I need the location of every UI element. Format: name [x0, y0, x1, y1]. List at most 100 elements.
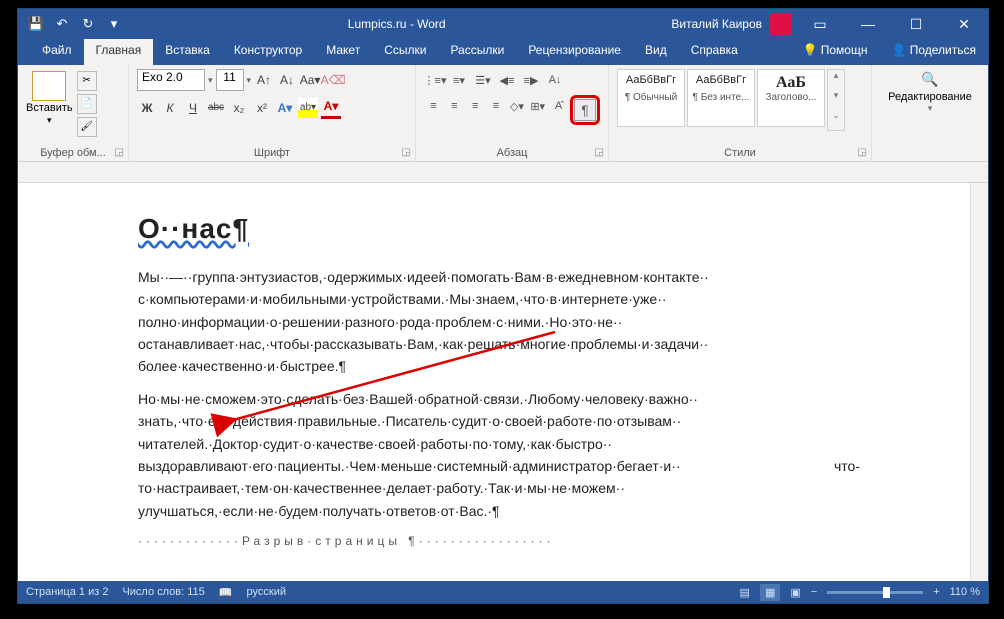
page-break: ·············Разрыв·страницы ¶··········… [138, 532, 860, 551]
find-icon[interactable]: 🔍 [886, 71, 974, 88]
show-hide-pilcrow-button[interactable]: ¶ [570, 95, 600, 125]
read-mode-icon[interactable]: ▤ [740, 586, 750, 599]
grow-font-icon[interactable]: A↑ [254, 70, 274, 90]
copy-icon[interactable]: 📄 [77, 94, 97, 114]
group-label: Абзац [416, 147, 608, 159]
tab-references[interactable]: Ссылки [372, 39, 438, 65]
web-layout-icon[interactable]: ▣ [790, 586, 800, 599]
minimize-button[interactable]: — [848, 16, 888, 32]
qat-dropdown-icon[interactable]: ▾ [106, 16, 122, 32]
multilevel-icon[interactable]: ☰▾ [472, 69, 494, 91]
ribbon-mode-icon[interactable]: ▭ [800, 16, 840, 33]
group-editing: 🔍 Редактирование ▾ [872, 65, 988, 161]
document-area: О··нас¶ Мы··—··группа·энтузиастов,·одерж… [18, 183, 988, 581]
style-heading1[interactable]: АаБЗаголово... [757, 69, 825, 127]
zoom-level[interactable]: 110 % [950, 586, 980, 598]
zoom-in-button[interactable]: + [933, 586, 939, 598]
change-case-icon[interactable]: Aa▾ [300, 70, 320, 90]
bold-button[interactable]: Ж [137, 98, 157, 118]
italic-button[interactable]: К [160, 98, 180, 118]
maximize-button[interactable]: ☐ [896, 16, 936, 33]
line-spacing-icon[interactable]: А̂ [549, 95, 568, 117]
vertical-scrollbar[interactable] [970, 183, 988, 581]
dialog-launcher-icon[interactable]: ◲ [402, 147, 411, 158]
paragraph-1: Мы··—··группа·энтузиастов,·одержимых·иде… [138, 266, 860, 378]
dialog-launcher-icon[interactable]: ◲ [858, 147, 867, 158]
group-label: Шрифт [129, 147, 415, 159]
cut-icon[interactable]: ✂ [77, 71, 97, 91]
styles-gallery-dropdown[interactable]: ▴▾⌄ [827, 69, 845, 131]
editing-label[interactable]: Редактирование [886, 91, 974, 103]
shrink-font-icon[interactable]: A↓ [277, 70, 297, 90]
autosave-icon[interactable]: 💾 [28, 16, 44, 32]
avatar[interactable] [770, 13, 792, 35]
align-left-icon[interactable]: ≡ [424, 95, 443, 117]
tab-design[interactable]: Конструктор [222, 39, 314, 65]
font-color-icon[interactable]: A▾ [321, 96, 341, 119]
titlebar: 💾 ↶ ↻ ▾ Lumpics.ru - Word Виталий Каиров… [18, 9, 988, 39]
redo-icon[interactable]: ↻ [80, 16, 96, 32]
tab-help[interactable]: Справка [679, 39, 750, 65]
align-right-icon[interactable]: ≡ [466, 95, 485, 117]
paste-icon [32, 71, 66, 101]
subscript-button[interactable]: x₂ [229, 98, 249, 118]
tab-view[interactable]: Вид [633, 39, 679, 65]
justify-icon[interactable]: ≡ [487, 95, 506, 117]
group-clipboard: Вставить▾ ✂ 📄 🖌 Буфер обм... ◲ [18, 65, 129, 161]
strike-button[interactable]: abc [206, 98, 226, 118]
indent-right-icon[interactable]: ≡▶ [520, 69, 542, 91]
page-content[interactable]: О··нас¶ Мы··—··группа·энтузиастов,·одерж… [18, 183, 970, 581]
tab-home[interactable]: Главная [84, 39, 154, 65]
paragraph-2: Но·мы·не·сможем·это·сделать·без·Вашей·об… [138, 388, 860, 522]
window-title: Lumpics.ru - Word [122, 17, 671, 31]
clear-format-icon[interactable]: A⌫ [323, 70, 343, 90]
group-styles: АаБбВвГг¶ Обычный АаБбВвГг¶ Без инте... … [609, 65, 872, 161]
group-paragraph: ⋮≡▾ ≡▾ ☰▾ ◀≡ ≡▶ A↓ ≡ ≡ ≡ ≡ ◇▾ ⊞▾ А̂ ¶ [416, 65, 609, 161]
close-button[interactable]: ✕ [944, 16, 984, 33]
style-normal[interactable]: АаБбВвГг¶ Обычный [617, 69, 685, 127]
dialog-launcher-icon[interactable]: ◲ [595, 147, 604, 158]
status-bar: Страница 1 из 2 Число слов: 115 📖 русски… [18, 581, 988, 603]
ribbon-tabs: Файл Главная Вставка Конструктор Макет С… [18, 39, 988, 65]
tab-insert[interactable]: Вставка [153, 39, 222, 65]
language[interactable]: русский [247, 586, 286, 598]
word-count[interactable]: Число слов: 115 [122, 586, 204, 598]
ruler[interactable] [18, 162, 988, 183]
text-effects-icon[interactable]: A▾ [275, 98, 295, 118]
page-indicator[interactable]: Страница 1 из 2 [26, 586, 108, 598]
print-layout-icon[interactable]: ▦ [760, 584, 780, 601]
tell-me[interactable]: 💡 Помощн [790, 39, 879, 65]
style-no-spacing[interactable]: АаБбВвГг¶ Без инте... [687, 69, 755, 127]
font-name-combo[interactable]: Exo 2.0 [137, 69, 205, 91]
group-label: Буфер обм... [18, 147, 128, 159]
group-font: Exo 2.0▾ 11▾ A↑ A↓ Aa▾ A⌫ Ж К Ч abc x₂ x… [129, 65, 416, 161]
underline-button[interactable]: Ч [183, 98, 203, 118]
tab-review[interactable]: Рецензирование [516, 39, 633, 65]
bullets-icon[interactable]: ⋮≡▾ [424, 69, 446, 91]
tab-layout[interactable]: Макет [314, 39, 372, 65]
shading-icon[interactable]: ◇▾ [507, 95, 526, 117]
format-painter-icon[interactable]: 🖌 [77, 117, 97, 137]
dialog-launcher-icon[interactable]: ◲ [115, 147, 124, 158]
heading: О··нас¶ [138, 207, 860, 252]
superscript-button[interactable]: x² [252, 98, 272, 118]
share-button[interactable]: 👤 Поделиться [879, 39, 988, 65]
tab-file[interactable]: Файл [30, 39, 84, 65]
zoom-slider[interactable] [827, 591, 923, 594]
pilcrow-icon: ¶ [574, 99, 596, 121]
proofing-icon[interactable]: 📖 [219, 586, 233, 599]
undo-icon[interactable]: ↶ [54, 16, 70, 32]
user-name: Виталий Каиров [671, 17, 762, 31]
sort-icon[interactable]: A↓ [544, 69, 566, 91]
zoom-out-button[interactable]: − [811, 586, 817, 598]
tab-mailings[interactable]: Рассылки [438, 39, 516, 65]
align-center-icon[interactable]: ≡ [445, 95, 464, 117]
ribbon: Вставить▾ ✂ 📄 🖌 Буфер обм... ◲ Exo 2.0▾ … [18, 65, 988, 162]
numbering-icon[interactable]: ≡▾ [448, 69, 470, 91]
indent-left-icon[interactable]: ◀≡ [496, 69, 518, 91]
font-size-combo[interactable]: 11 [216, 69, 244, 91]
group-label: Стили [609, 147, 871, 159]
highlight-icon[interactable]: ab▾ [298, 98, 318, 118]
paste-button[interactable]: Вставить▾ [26, 69, 73, 141]
borders-icon[interactable]: ⊞▾ [528, 95, 547, 117]
